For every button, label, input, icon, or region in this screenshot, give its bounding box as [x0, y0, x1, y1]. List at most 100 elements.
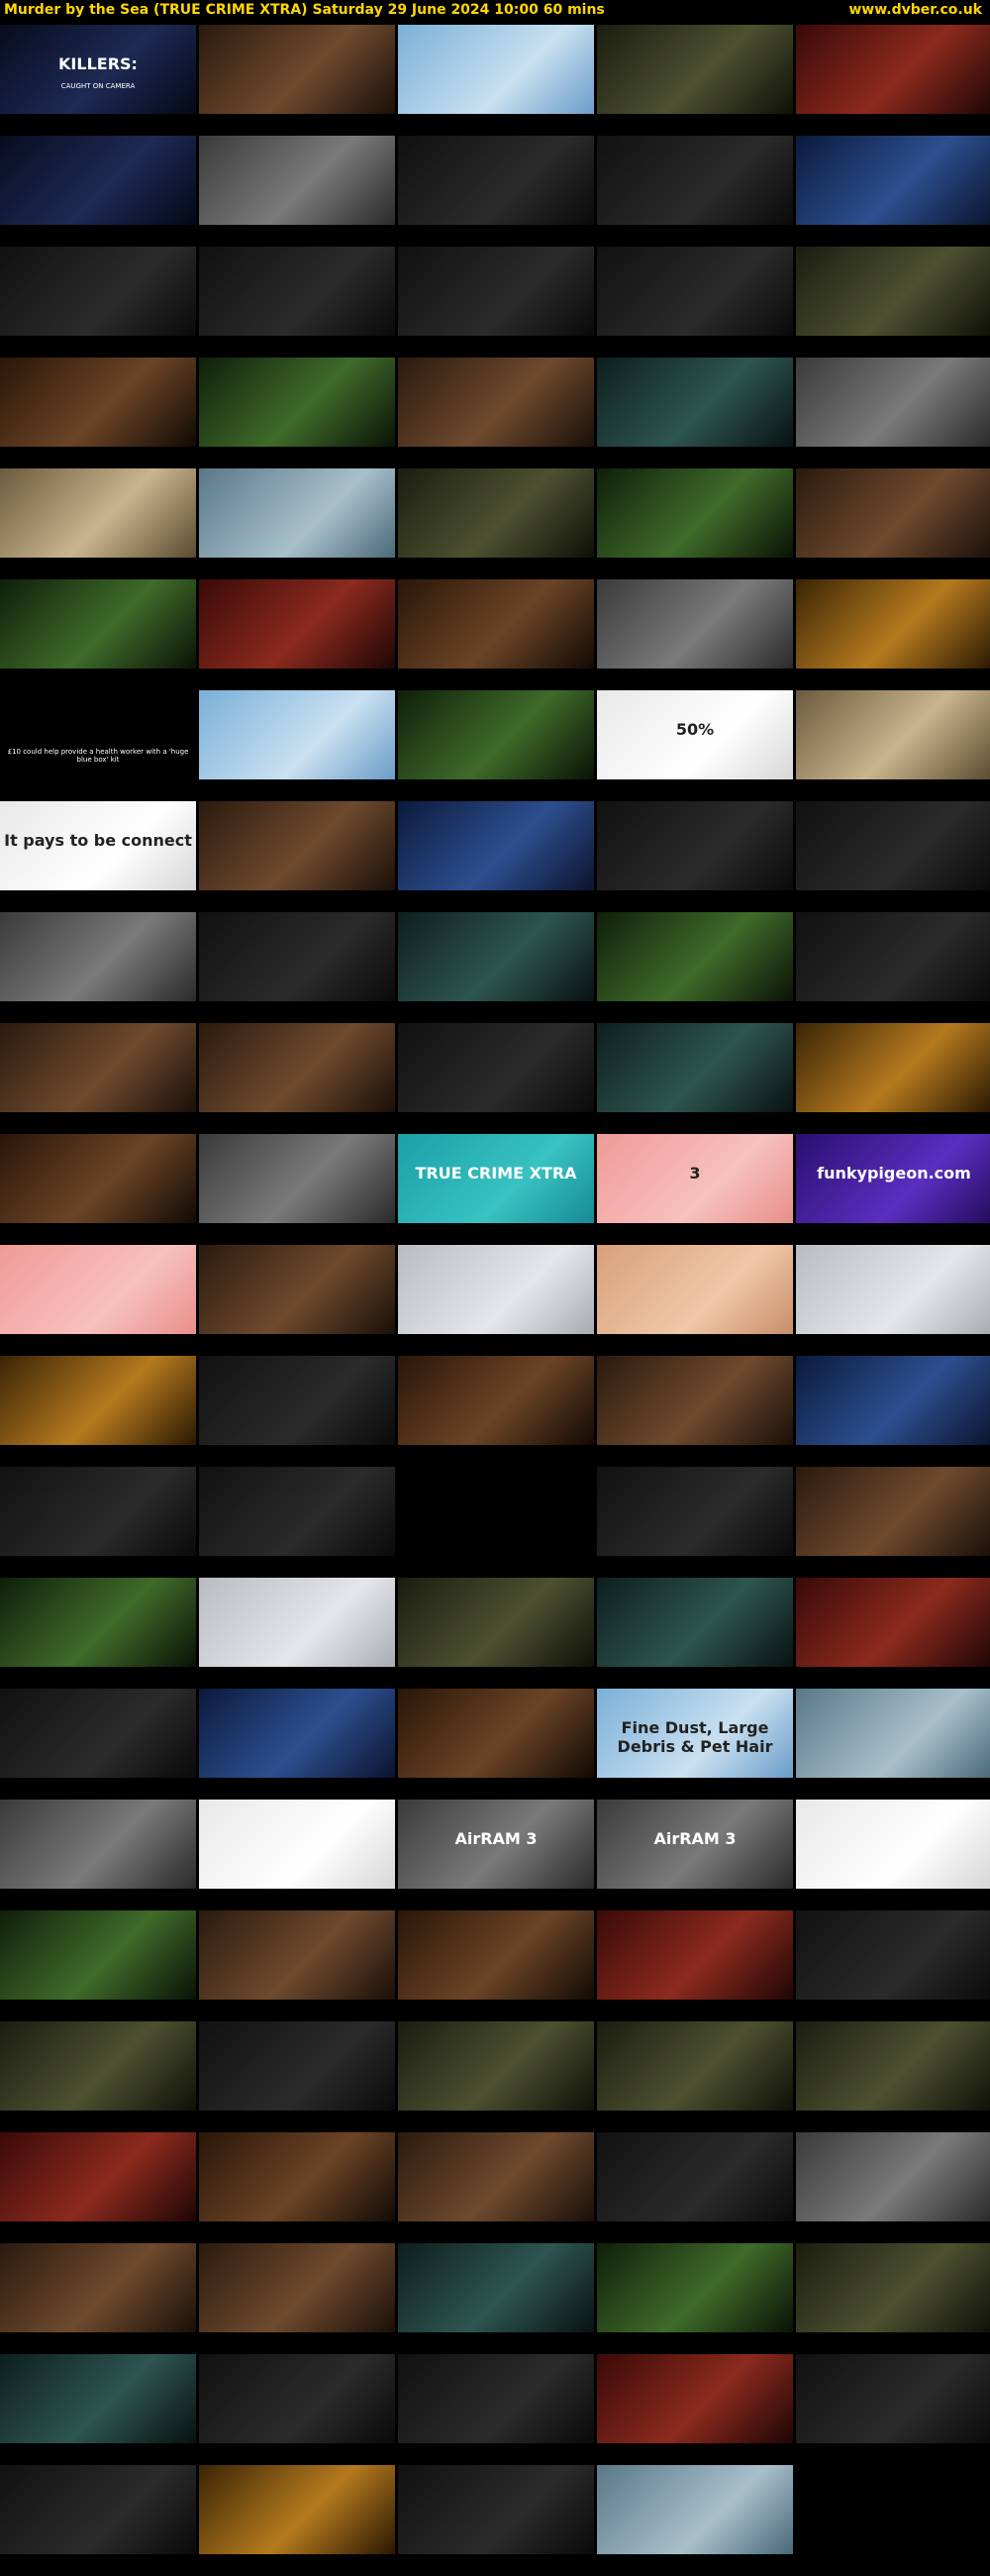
thumbnail-frame[interactable] — [398, 1578, 594, 1667]
thumbnail-frame[interactable] — [0, 2465, 196, 2554]
thumbnail-frame[interactable] — [796, 25, 990, 114]
thumbnail-frame[interactable] — [398, 690, 594, 779]
thumbnail-frame[interactable] — [597, 2243, 793, 2332]
thumbnail-frame[interactable]: It pays to be connect — [0, 801, 196, 890]
thumbnail-frame[interactable] — [398, 2021, 594, 2111]
thumbnail-frame[interactable] — [199, 358, 395, 447]
thumbnail-frame[interactable] — [398, 1689, 594, 1778]
thumbnail-frame[interactable] — [796, 801, 990, 890]
thumbnail-frame[interactable]: AirRAM 3 — [398, 1800, 594, 1889]
thumbnail-frame[interactable]: AirRAM 3 — [597, 1800, 793, 1889]
thumbnail-frame[interactable] — [597, 1245, 793, 1334]
thumbnail-frame[interactable] — [398, 2465, 594, 2554]
thumbnail-frame[interactable] — [0, 247, 196, 336]
thumbnail-frame[interactable] — [796, 1023, 990, 1112]
thumbnail-frame[interactable] — [796, 1467, 990, 1556]
thumbnail-frame[interactable] — [796, 1800, 990, 1889]
thumbnail-frame[interactable] — [796, 1578, 990, 1667]
thumbnail-frame[interactable] — [796, 2243, 990, 2332]
thumbnail-frame[interactable] — [597, 1578, 793, 1667]
thumbnail-frame[interactable] — [597, 247, 793, 336]
thumbnail-frame[interactable]: 3 — [597, 1134, 793, 1223]
thumbnail-frame[interactable] — [597, 801, 793, 890]
thumbnail-frame[interactable] — [398, 25, 594, 114]
thumbnail-frame[interactable] — [398, 1245, 594, 1334]
thumbnail-frame[interactable] — [199, 1023, 395, 1112]
thumbnail-frame[interactable]: Fine Dust, Large Debris & Pet Hair — [597, 1689, 793, 1778]
thumbnail-frame[interactable] — [398, 358, 594, 447]
thumbnail-frame[interactable] — [0, 1245, 196, 1334]
thumbnail-frame[interactable] — [796, 690, 990, 779]
thumbnail-frame[interactable] — [0, 912, 196, 1001]
thumbnail-frame[interactable] — [597, 2021, 793, 2111]
thumbnail-frame[interactable] — [0, 136, 196, 225]
thumbnail-frame[interactable] — [398, 1023, 594, 1112]
thumbnail-frame[interactable] — [796, 2132, 990, 2221]
thumbnail-frame[interactable] — [199, 2243, 395, 2332]
thumbnail-frame[interactable] — [199, 468, 395, 558]
thumbnail-frame[interactable] — [199, 1689, 395, 1778]
thumbnail-frame[interactable] — [199, 136, 395, 225]
thumbnail-frame[interactable] — [199, 912, 395, 1001]
thumbnail-frame[interactable] — [398, 1356, 594, 1445]
thumbnail-frame[interactable] — [398, 468, 594, 558]
thumbnail-frame[interactable] — [199, 1467, 395, 1556]
thumbnail-frame[interactable] — [0, 468, 196, 558]
thumbnail-frame[interactable] — [597, 2132, 793, 2221]
thumbnail-frame[interactable] — [597, 468, 793, 558]
thumbnail-frame[interactable]: £10 could help provide a health worker w… — [0, 690, 196, 779]
thumbnail-frame[interactable] — [597, 25, 793, 114]
thumbnail-frame[interactable] — [0, 1910, 196, 2000]
thumbnail-frame[interactable] — [597, 1356, 793, 1445]
thumbnail-frame[interactable]: 50% — [597, 690, 793, 779]
thumbnail-frame[interactable] — [0, 1689, 196, 1778]
thumbnail-frame[interactable] — [398, 801, 594, 890]
thumbnail-frame[interactable] — [0, 2243, 196, 2332]
thumbnail-frame[interactable] — [199, 2021, 395, 2111]
thumbnail-frame[interactable] — [796, 579, 990, 669]
thumbnail-frame[interactable] — [199, 801, 395, 890]
thumbnail-frame[interactable] — [199, 2132, 395, 2221]
thumbnail-frame[interactable] — [796, 1245, 990, 1334]
thumbnail-frame[interactable] — [597, 1023, 793, 1112]
thumbnail-frame[interactable] — [597, 1910, 793, 2000]
thumbnail-frame[interactable] — [199, 25, 395, 114]
thumbnail-frame[interactable] — [199, 1134, 395, 1223]
thumbnail-frame[interactable] — [398, 1467, 594, 1556]
thumbnail-frame[interactable] — [796, 358, 990, 447]
thumbnail-frame[interactable] — [398, 912, 594, 1001]
thumbnail-frame[interactable] — [398, 2354, 594, 2443]
thumbnail-frame[interactable] — [199, 1356, 395, 1445]
thumbnail-frame[interactable] — [796, 1356, 990, 1445]
thumbnail-frame[interactable] — [0, 2354, 196, 2443]
thumbnail-frame[interactable] — [398, 1910, 594, 2000]
thumbnail-frame[interactable] — [0, 2132, 196, 2221]
thumbnail-frame[interactable] — [398, 2132, 594, 2221]
thumbnail-frame[interactable] — [0, 358, 196, 447]
thumbnail-frame[interactable] — [0, 1800, 196, 1889]
thumbnail-frame[interactable] — [398, 247, 594, 336]
thumbnail-frame[interactable] — [199, 579, 395, 669]
thumbnail-frame[interactable] — [597, 912, 793, 1001]
thumbnail-frame[interactable] — [199, 1800, 395, 1889]
thumbnail-frame[interactable] — [0, 2021, 196, 2111]
thumbnail-frame[interactable] — [597, 136, 793, 225]
thumbnail-frame[interactable] — [796, 912, 990, 1001]
thumbnail-frame[interactable] — [796, 2021, 990, 2111]
thumbnail-frame[interactable] — [597, 1467, 793, 1556]
thumbnail-frame[interactable] — [199, 690, 395, 779]
thumbnail-frame[interactable] — [796, 1910, 990, 2000]
thumbnail-frame[interactable] — [199, 2465, 395, 2554]
thumbnail-frame[interactable] — [796, 2354, 990, 2443]
thumbnail-frame[interactable] — [597, 2465, 793, 2554]
thumbnail-frame[interactable] — [796, 247, 990, 336]
thumbnail-frame[interactable]: TRUE CRIME XTRA — [398, 1134, 594, 1223]
thumbnail-frame[interactable] — [597, 579, 793, 669]
thumbnail-frame[interactable] — [199, 2354, 395, 2443]
thumbnail-frame[interactable] — [0, 1134, 196, 1223]
thumbnail-frame[interactable] — [0, 1578, 196, 1667]
thumbnail-frame[interactable] — [199, 1910, 395, 2000]
thumbnail-frame[interactable] — [199, 1578, 395, 1667]
thumbnail-frame[interactable] — [0, 1023, 196, 1112]
thumbnail-frame[interactable] — [0, 579, 196, 669]
